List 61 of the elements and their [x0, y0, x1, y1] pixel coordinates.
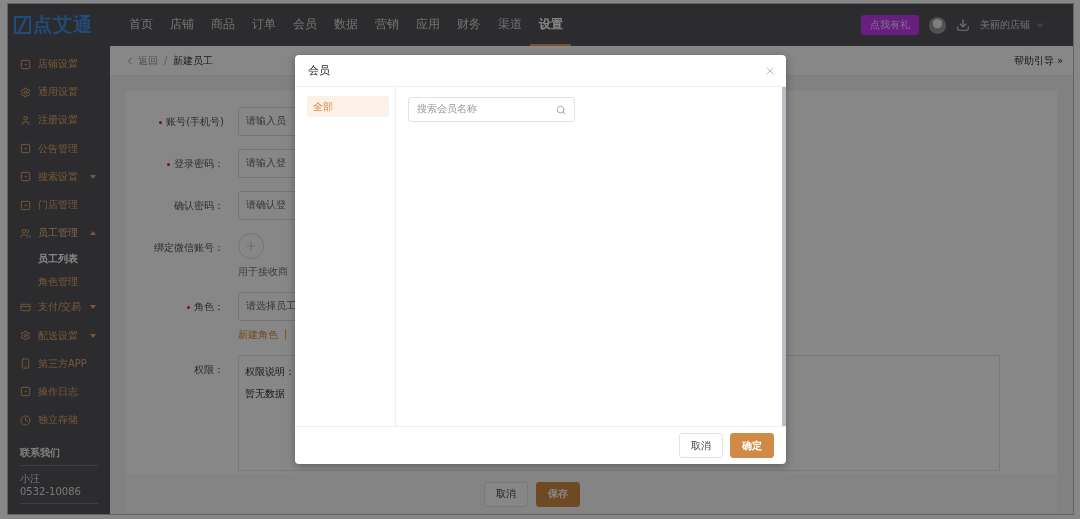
save-button[interactable]: 保存: [535, 481, 580, 507]
field-label: 角色：: [126, 292, 224, 321]
breadcrumb-separator: /: [164, 55, 168, 66]
field-label: 账号(手机号): [126, 107, 224, 136]
permissions-text: 权限说明：: [245, 366, 296, 379]
nav-tab[interactable]: 订单: [243, 4, 284, 46]
download-icon[interactable]: [956, 18, 970, 32]
square-icon: [20, 58, 31, 70]
help-link[interactable]: 帮助引导 »: [1013, 53, 1063, 68]
hint-text: 用于接收商: [238, 266, 289, 279]
gear-icon: [20, 86, 31, 98]
gift-button[interactable]: 点我有礼: [861, 15, 919, 35]
nav-tab[interactable]: 营销: [366, 4, 407, 46]
caret-icon: [90, 174, 96, 179]
caret-icon: [90, 231, 96, 236]
group-item[interactable]: 全部: [307, 96, 389, 117]
card-icon: [20, 301, 31, 313]
caret-icon: [90, 333, 96, 338]
chevron-down-icon: [1035, 20, 1045, 30]
caret-icon: [90, 305, 96, 310]
sidebar-item[interactable]: 公告管理: [8, 134, 110, 163]
role-link[interactable]: |: [284, 328, 288, 342]
logo-text: 点艾通: [33, 12, 93, 37]
nav-tab[interactable]: 应用: [407, 4, 448, 46]
nav-tab[interactable]: 渠道: [489, 4, 530, 46]
clock-icon: [20, 414, 31, 426]
sidebar-item[interactable]: 独立存储: [8, 406, 110, 435]
logo-icon: [14, 16, 31, 34]
cancel-button[interactable]: 取消: [483, 481, 528, 507]
avatar[interactable]: [929, 16, 946, 34]
cancel-button[interactable]: 取消: [679, 433, 723, 458]
field-label: 确认密码：: [173, 199, 224, 213]
users-icon: [20, 227, 31, 239]
square-icon: [20, 171, 31, 183]
square-icon: [20, 199, 31, 211]
nav-tab[interactable]: 财务: [448, 4, 489, 46]
dialog-title: 会员: [308, 63, 330, 78]
page-title: 新建员工: [173, 53, 214, 68]
nav-tab[interactable]: 商品: [202, 4, 243, 46]
confirm-button[interactable]: 确定: [730, 433, 774, 458]
nav-tab[interactable]: 数据: [325, 4, 366, 46]
square-icon: [20, 143, 31, 155]
contact-title: 联系我们: [20, 446, 98, 467]
nav-tab[interactable]: 会员: [284, 4, 325, 46]
field-label: 权限：: [193, 363, 224, 377]
field-label: 登录密码：: [126, 149, 224, 178]
contact-info: 小汪 0532-10086: [20, 466, 98, 505]
field-label: 绑定微信账号：: [153, 241, 224, 255]
sidebar-subitem[interactable]: 角色管理: [8, 270, 110, 294]
sidebar-subitem[interactable]: 员工列表: [8, 247, 110, 271]
permissions-text: 暂无数据: [245, 388, 286, 401]
user-icon: [20, 114, 31, 126]
gear-icon: [20, 330, 31, 342]
nav-tab[interactable]: 店铺: [161, 4, 202, 46]
role-link[interactable]: 新建角色: [238, 328, 278, 342]
nav-tab[interactable]: 首页: [120, 4, 161, 46]
search-icon: [556, 104, 566, 115]
search-field[interactable]: 搜索会员名称: [408, 97, 575, 122]
sidebar-item[interactable]: 员工管理: [8, 219, 110, 248]
phone-icon: [20, 358, 31, 370]
square-icon: [20, 386, 31, 398]
